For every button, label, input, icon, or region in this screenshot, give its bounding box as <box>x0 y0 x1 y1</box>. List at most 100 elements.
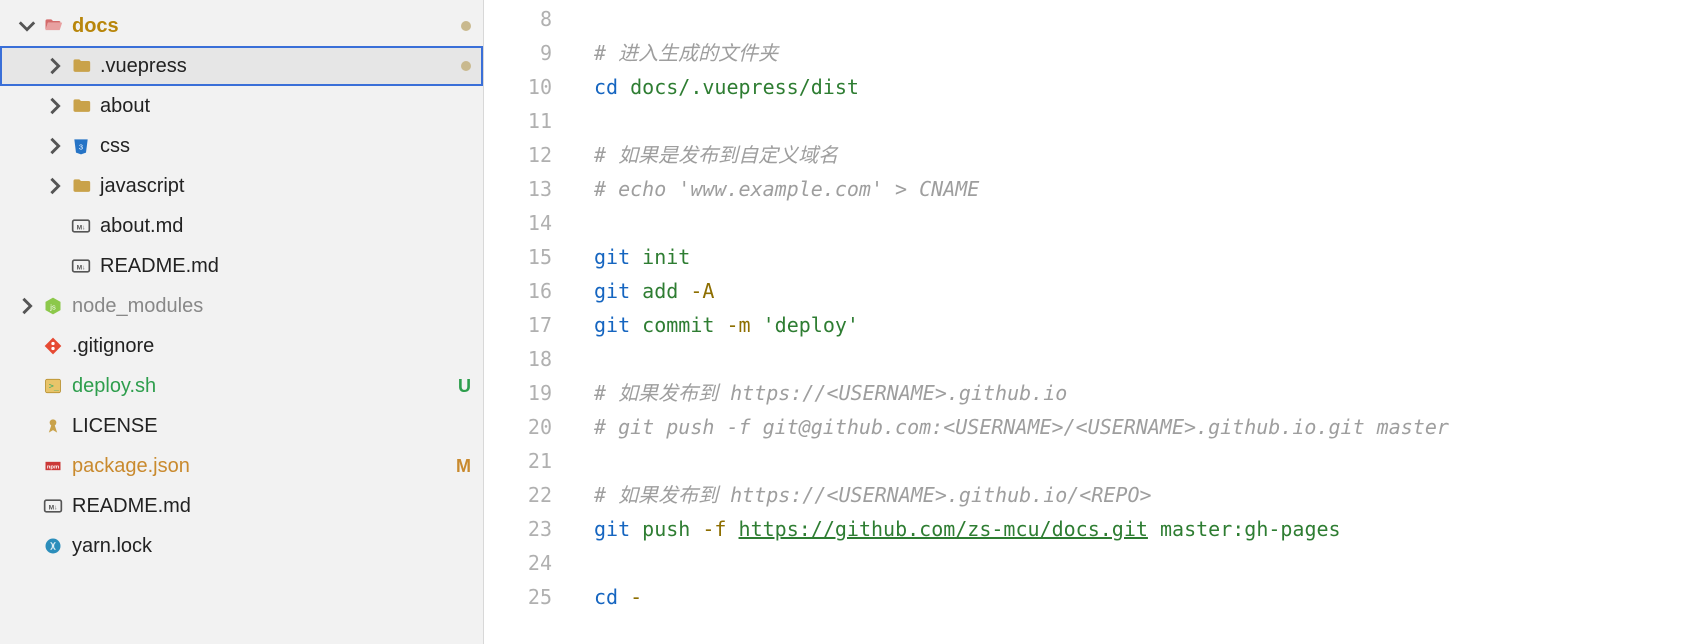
folder-icon <box>70 95 92 117</box>
code-line[interactable]: git commit -m 'deploy' <box>594 308 1694 342</box>
md-icon: M↓ <box>42 495 64 517</box>
code-line[interactable]: # 进入生成的文件夹 <box>594 36 1694 70</box>
code-line[interactable] <box>594 104 1694 138</box>
tree-item-label: docs <box>72 15 461 38</box>
tree-item-readme-md[interactable]: M↓README.md <box>0 246 483 286</box>
tree-item-yarn-lock[interactable]: yarn.lock <box>0 526 483 566</box>
line-number: 23 <box>484 512 552 546</box>
line-number: 10 <box>484 70 552 104</box>
tree-item-javascript[interactable]: javascript <box>0 166 483 206</box>
code-line[interactable]: git init <box>594 240 1694 274</box>
tree-item-about[interactable]: about <box>0 86 483 126</box>
line-number: 25 <box>484 580 552 614</box>
token-plain <box>630 313 642 337</box>
svg-text:npm: npm <box>47 465 59 471</box>
chevron-right-icon[interactable] <box>46 136 64 156</box>
folder-icon <box>70 55 92 77</box>
tree-item-css[interactable]: 3css <box>0 126 483 166</box>
code-line[interactable]: # 如果是发布到自定义域名 <box>594 138 1694 172</box>
code-line[interactable]: # 如果发布到 https://<USERNAME>.github.io <box>594 376 1694 410</box>
svg-text:M↓: M↓ <box>49 504 58 511</box>
line-number: 15 <box>484 240 552 274</box>
tree-item-docs[interactable]: docs <box>0 6 483 46</box>
code-content[interactable]: # 进入生成的文件夹 cd docs/.vuepress/dist # 如果是发布… <box>574 2 1694 644</box>
tree-item-label: about.md <box>100 215 471 238</box>
line-number: 22 <box>484 478 552 512</box>
tree-item-deploy-sh[interactable]: >_deploy.shU <box>0 366 483 406</box>
line-number: 20 <box>484 410 552 444</box>
token-comment: # 如果是发布到自定义域名 <box>594 143 838 167</box>
chevron-right-icon[interactable] <box>46 56 64 76</box>
token-plain <box>618 585 630 609</box>
token-comment: # git push -f git@github.com:<USERNAME>/… <box>594 415 1449 439</box>
code-line[interactable]: git push -f https://github.com/zs-mcu/do… <box>594 512 1694 546</box>
token-flag: -f <box>702 517 726 541</box>
tree-item-node-modules[interactable]: js node_modules <box>0 286 483 326</box>
folder-open-red-icon <box>42 15 64 37</box>
vcs-status-badge: U <box>458 376 471 397</box>
tree-item-about-md[interactable]: M↓about.md <box>0 206 483 246</box>
line-gutter: 8910111213141516171819202122232425 <box>484 2 574 644</box>
line-number: 19 <box>484 376 552 410</box>
chevron-right-icon[interactable] <box>46 96 64 116</box>
line-number: 18 <box>484 342 552 376</box>
line-number: 14 <box>484 206 552 240</box>
line-number: 9 <box>484 36 552 70</box>
token-comment: # 如果发布到 https://<USERNAME>.github.io <box>594 381 1067 405</box>
code-line[interactable] <box>594 2 1694 36</box>
file-tree-sidebar[interactable]: docs.vuepressabout3cssjavascriptM↓about.… <box>0 0 484 644</box>
token-builtin: commit <box>642 313 714 337</box>
code-editor[interactable]: 8910111213141516171819202122232425 # 进入生… <box>484 0 1694 644</box>
token-cmd: git <box>594 279 630 303</box>
chevron-down-icon[interactable] <box>18 16 36 36</box>
token-comment: # 如果发布到 https://<USERNAME>.github.io/<RE… <box>594 483 1152 507</box>
tree-item-readme-md[interactable]: M↓ README.md <box>0 486 483 526</box>
token-plain <box>618 75 630 99</box>
line-number: 8 <box>484 2 552 36</box>
tree-item--gitignore[interactable]: .gitignore <box>0 326 483 366</box>
code-line[interactable]: # git push -f git@github.com:<USERNAME>/… <box>594 410 1694 444</box>
token-cmd: git <box>594 313 630 337</box>
svg-text:3: 3 <box>79 142 83 151</box>
chevron-right-icon[interactable] <box>46 176 64 196</box>
token-cmd: git <box>594 245 630 269</box>
token-builtin: master:gh-pages <box>1160 517 1341 541</box>
svg-text:js: js <box>49 302 56 311</box>
tree-item-label: .gitignore <box>72 335 471 358</box>
folder-icon <box>70 175 92 197</box>
tree-item-label: README.md <box>72 495 471 518</box>
token-comment: # 进入生成的文件夹 <box>594 41 778 65</box>
code-line[interactable]: git add -A <box>594 274 1694 308</box>
token-plain <box>630 517 642 541</box>
tree-item-license[interactable]: LICENSE <box>0 406 483 446</box>
tree-item-package-json[interactable]: npmpackage.jsonM <box>0 446 483 486</box>
line-number: 21 <box>484 444 552 478</box>
code-line[interactable] <box>594 342 1694 376</box>
token-flag: -A <box>690 279 714 303</box>
code-line[interactable] <box>594 546 1694 580</box>
modified-dot-icon <box>461 61 471 71</box>
code-line[interactable]: # echo 'www.example.com' > CNAME <box>594 172 1694 206</box>
code-line[interactable]: cd - <box>594 580 1694 614</box>
tree-item-label: README.md <box>100 255 471 278</box>
code-line[interactable] <box>594 444 1694 478</box>
css-folder-icon: 3 <box>70 135 92 157</box>
code-line[interactable]: # 如果发布到 https://<USERNAME>.github.io/<RE… <box>594 478 1694 512</box>
code-line[interactable]: cd docs/.vuepress/dist <box>594 70 1694 104</box>
tree-item--vuepress[interactable]: .vuepress <box>0 46 483 86</box>
token-plain <box>751 313 763 337</box>
line-number: 17 <box>484 308 552 342</box>
tree-item-label: node_modules <box>72 295 471 318</box>
tree-item-label: about <box>100 95 471 118</box>
token-flag: - <box>630 585 642 609</box>
token-builtin: add <box>642 279 678 303</box>
token-comment: # echo 'www.example.com' > CNAME <box>594 177 979 201</box>
tree-item-label: deploy.sh <box>72 375 450 398</box>
token-plain <box>678 279 690 303</box>
line-number: 11 <box>484 104 552 138</box>
chevron-right-icon[interactable] <box>18 296 36 316</box>
code-line[interactable] <box>594 206 1694 240</box>
token-plain <box>714 313 726 337</box>
token-builtin: push <box>642 517 690 541</box>
line-number: 24 <box>484 546 552 580</box>
